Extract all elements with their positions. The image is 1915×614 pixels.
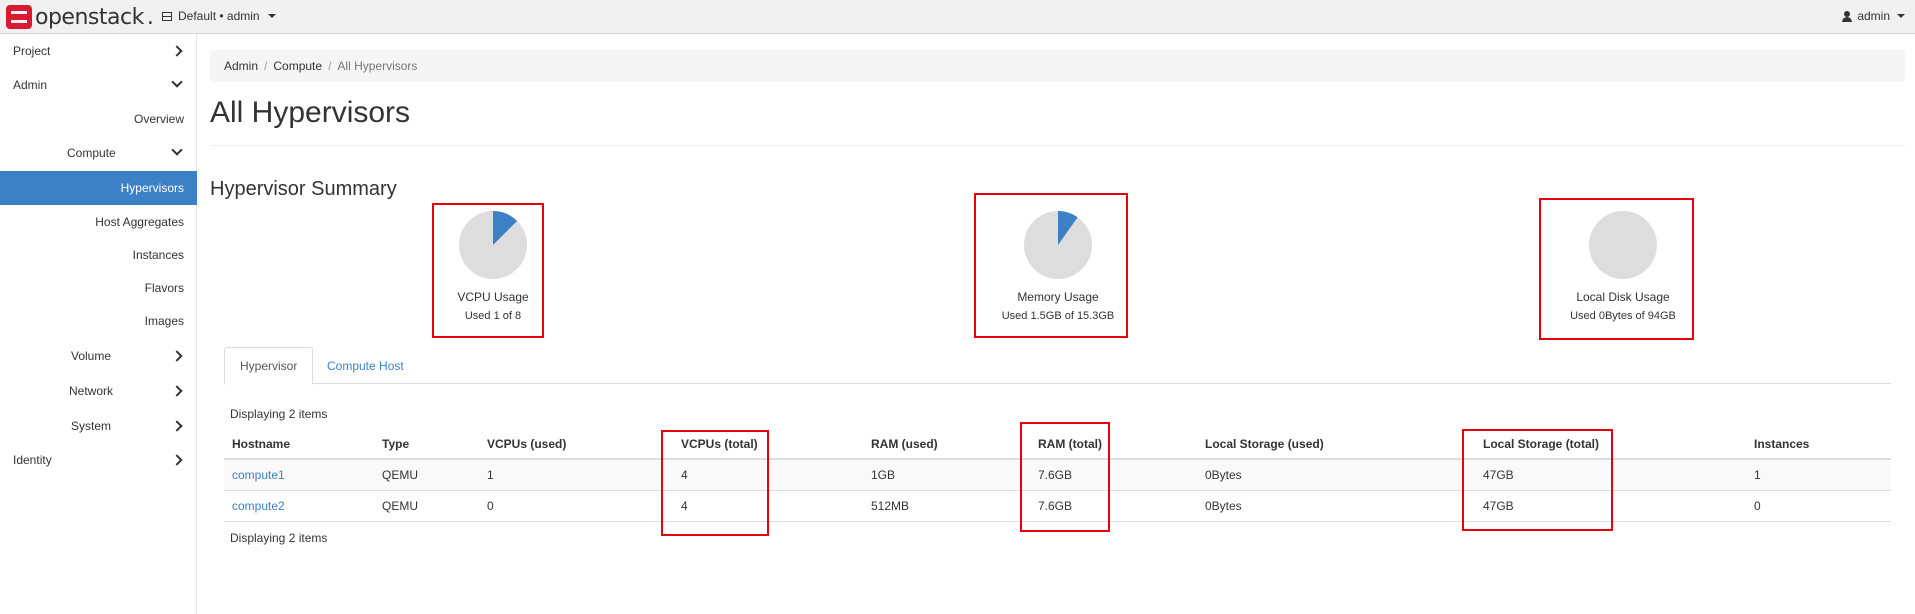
openstack-logo-icon: [6, 5, 32, 29]
breadcrumb: Admin / Compute / All Hypervisors: [210, 50, 1905, 82]
item-count-bottom: Displaying 2 items: [230, 531, 328, 545]
highlight-box-ram-total: [1020, 422, 1110, 532]
brand-name: openstack: [35, 4, 144, 30]
sidebar-item-label: Flavors: [144, 281, 184, 295]
col-hostname[interactable]: Hostname: [224, 429, 374, 460]
brand-dot: .: [146, 4, 154, 30]
local-storage-used-cell: 0Bytes: [1197, 490, 1475, 522]
breadcrumb-separator: /: [264, 59, 268, 73]
page-title: All Hypervisors: [210, 96, 411, 129]
chevron-down-icon: [171, 76, 183, 88]
sidebar-item-overview[interactable]: Overview: [0, 102, 197, 136]
sidebar-item-label: Identity: [13, 453, 52, 467]
local-storage-used-cell: 0Bytes: [1197, 459, 1475, 491]
instances-cell: 1: [1746, 459, 1891, 491]
sidebar-item-instances[interactable]: Instances: [0, 238, 197, 272]
type-cell: QEMU: [374, 490, 479, 522]
chevron-right-icon: [171, 350, 183, 362]
sidebar-item-volume[interactable]: Volume: [0, 339, 197, 373]
sidebar-item-label: Instances: [132, 248, 184, 262]
hostname-link[interactable]: compute2: [232, 499, 285, 513]
sidebar-item-label: Images: [144, 314, 184, 328]
sidebar-item-hypervisors[interactable]: Hypervisors: [0, 171, 197, 205]
vcpus-used-cell: 1: [479, 459, 673, 491]
ram-used-cell: 1GB: [863, 459, 1030, 491]
sidebar-item-label: Admin: [13, 78, 48, 92]
chevron-right-icon: [171, 454, 183, 466]
highlight-box-vcpu: [432, 203, 544, 338]
user-menu-label: admin: [1857, 9, 1890, 23]
openstack-logo[interactable]: openstack.: [6, 4, 154, 30]
col-local-storage-used[interactable]: Local Storage (used): [1197, 429, 1475, 460]
tab-hypervisor[interactable]: Hypervisor: [224, 347, 314, 385]
sidebar-item-label: Volume: [71, 349, 112, 363]
sidebar-item-identity[interactable]: Identity: [0, 443, 197, 477]
sidebar-item-label: Project: [13, 44, 51, 58]
breadcrumb-admin[interactable]: Admin: [224, 59, 258, 73]
title-divider: [210, 145, 1905, 146]
project-icon: [162, 11, 172, 21]
caret-down-icon: [1897, 14, 1905, 18]
col-instances[interactable]: Instances: [1746, 429, 1891, 460]
sidebar-item-project[interactable]: Project: [0, 34, 197, 68]
type-cell: QEMU: [374, 459, 479, 491]
breadcrumb-current: All Hypervisors: [337, 59, 418, 73]
sidebar-item-label: Host Aggregates: [95, 215, 184, 229]
user-menu[interactable]: admin: [1842, 9, 1905, 23]
sidebar-item-label: Overview: [133, 112, 184, 126]
sidebar-item-label: System: [71, 419, 112, 433]
tab-bar: Hypervisor Compute Host: [224, 347, 1891, 385]
hostname-cell: compute2: [224, 490, 374, 522]
sidebar-item-system[interactable]: System: [0, 409, 197, 443]
highlight-box-disk: [1539, 198, 1694, 340]
highlight-box-vcpus-total: [661, 430, 769, 536]
project-switcher-label: Default • admin: [178, 9, 260, 23]
hostname-link[interactable]: compute1: [232, 468, 285, 482]
breadcrumb-compute[interactable]: Compute: [273, 59, 322, 73]
sidebar-item-label: Network: [69, 384, 114, 398]
col-type[interactable]: Type: [374, 429, 479, 460]
sidebar-item-compute[interactable]: Compute: [0, 136, 197, 170]
caret-down-icon: [267, 14, 276, 18]
hypervisor-summary-title: Hypervisor Summary: [210, 178, 397, 200]
project-switcher[interactable]: Default • admin: [162, 9, 276, 23]
top-navbar: openstack. Default • admin admin: [0, 0, 1915, 34]
chevron-right-icon: [171, 45, 183, 57]
col-ram-used[interactable]: RAM (used): [863, 429, 1030, 460]
sidebar-item-label: Hypervisors: [120, 181, 184, 195]
sidebar-item-network[interactable]: Network: [0, 374, 197, 408]
highlight-box-local-storage-total: [1462, 429, 1613, 531]
hostname-cell: compute1: [224, 459, 374, 491]
breadcrumb-separator: /: [328, 59, 332, 73]
instances-cell: 0: [1746, 490, 1891, 522]
highlight-box-memory: [974, 193, 1128, 338]
chevron-right-icon: [171, 420, 183, 432]
ram-used-cell: 512MB: [863, 490, 1030, 522]
sidebar-item-label: Compute: [67, 146, 116, 160]
item-count-top: Displaying 2 items: [230, 407, 328, 421]
sidebar-item-admin[interactable]: Admin: [0, 68, 197, 102]
sidebar: Project Admin Overview Compute Hyperviso…: [0, 34, 197, 614]
col-vcpus-used[interactable]: VCPUs (used): [479, 429, 673, 460]
chevron-right-icon: [171, 385, 183, 397]
chevron-down-icon: [171, 144, 183, 156]
sidebar-item-host-aggregates[interactable]: Host Aggregates: [0, 205, 197, 239]
user-icon: [1842, 10, 1853, 22]
vcpus-used-cell: 0: [479, 490, 673, 522]
sidebar-item-images[interactable]: Images: [0, 304, 197, 338]
tab-compute-host[interactable]: Compute Host: [312, 347, 419, 384]
sidebar-item-flavors[interactable]: Flavors: [0, 271, 197, 305]
